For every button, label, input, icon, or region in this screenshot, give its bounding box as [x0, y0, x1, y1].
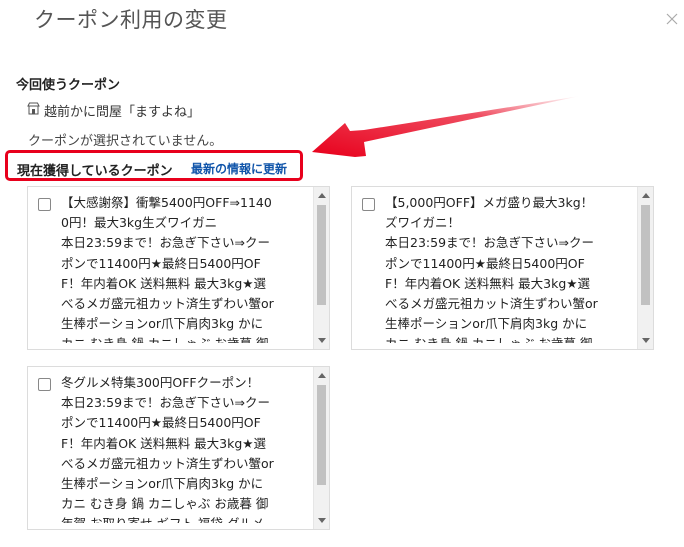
scroll-down-icon[interactable] [318, 338, 326, 343]
scroll-thumb[interactable] [317, 205, 326, 305]
current-coupon-heading: 今回使うクーポン [16, 78, 121, 93]
scrollbar[interactable] [313, 187, 329, 349]
scroll-up-icon[interactable] [318, 373, 326, 378]
dialog-title: クーポン利用の変更 [34, 8, 228, 32]
coupon-description: 【大感謝祭】衝撃5400円OFF⇒1140 0円！最大3kg生ズワイガニ 本日2… [61, 195, 274, 343]
scrollbar[interactable] [637, 187, 653, 349]
scroll-down-icon[interactable] [318, 518, 326, 523]
coupon-card: 【大感謝祭】衝撃5400円OFF⇒1140 0円！最大3kg生ズワイガニ 本日2… [27, 186, 330, 350]
shop-name: 越前かに問屋「ますよね」 [44, 105, 201, 120]
refresh-link[interactable]: 最新の情報に更新 [191, 160, 287, 177]
coupon-description: 冬グルメ特集300円OFFクーポン！ 本日23:59まで！お急ぎ下さい⇒クー ポ… [61, 375, 274, 523]
close-icon[interactable] [666, 10, 678, 25]
coupon-description: 【5,000円OFF】メガ盛り最大3kg！ ズワイガニ！ 本日23:59まで！お… [385, 195, 598, 343]
scrollbar[interactable] [313, 367, 329, 529]
scroll-up-icon[interactable] [642, 193, 650, 198]
coupon-checkbox[interactable] [38, 198, 51, 211]
coupon-card: 【5,000円OFF】メガ盛り最大3kg！ ズワイガニ！ 本日23:59まで！お… [351, 186, 654, 350]
shop-icon [27, 102, 44, 119]
scroll-down-icon[interactable] [642, 338, 650, 343]
scroll-thumb[interactable] [317, 385, 326, 485]
scroll-up-icon[interactable] [318, 193, 326, 198]
coupon-checkbox[interactable] [362, 198, 375, 211]
coupon-card: 冬グルメ特集300円OFFクーポン！ 本日23:59まで！お急ぎ下さい⇒クー ポ… [27, 366, 330, 530]
no-coupon-message: クーポンが選択されていません。 [28, 134, 223, 149]
scroll-thumb[interactable] [641, 205, 650, 305]
coupon-checkbox[interactable] [38, 378, 51, 391]
shop-row: 越前かに問屋「ますよね」 [27, 101, 200, 120]
owned-coupons-heading: 現在獲得しているクーポン [17, 164, 173, 179]
